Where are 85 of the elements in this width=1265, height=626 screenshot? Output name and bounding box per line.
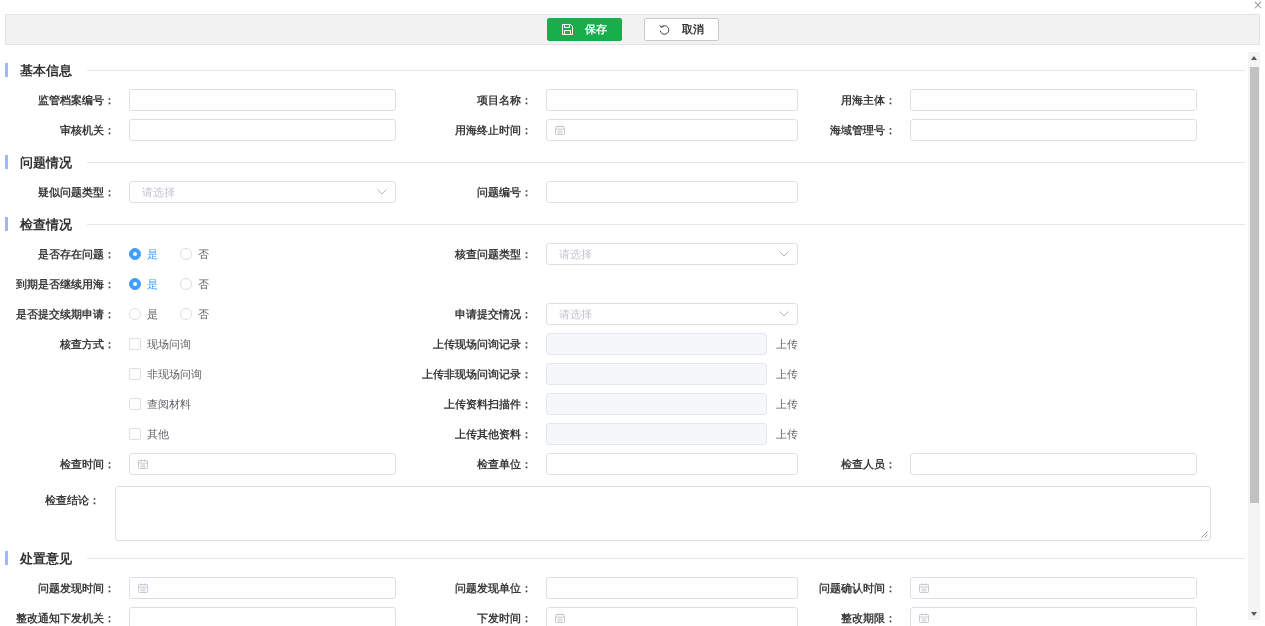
section-bar-icon [5, 551, 8, 565]
field-label: 审核机关： [60, 124, 115, 136]
field-label: 核查方式： [60, 338, 115, 350]
section-bar-icon [5, 155, 8, 169]
text-input[interactable] [546, 181, 798, 203]
scrollbar-thumb[interactable] [1249, 67, 1259, 503]
undo-icon [658, 24, 670, 35]
calendar-icon [138, 583, 148, 593]
textarea-field[interactable] [115, 486, 1211, 541]
radio-button[interactable] [129, 278, 141, 290]
scrollbar[interactable] [1248, 52, 1260, 620]
scroll-down-arrow-icon[interactable] [1251, 612, 1257, 616]
checkbox[interactable] [129, 428, 141, 440]
calendar-icon [555, 125, 565, 135]
date-input[interactable] [910, 607, 1197, 626]
date-input[interactable] [546, 607, 798, 626]
field-label: 项目名称： [477, 94, 532, 106]
field-label: 问题确认时间： [819, 582, 896, 594]
field-label: 检查单位： [477, 458, 532, 470]
field-label: 核查问题类型： [455, 248, 532, 260]
text-input[interactable] [910, 119, 1197, 141]
field-label: 整改通知下发机关： [16, 612, 115, 624]
section-title: 检查情况 [20, 217, 72, 231]
field-label: 下发时间： [477, 612, 532, 624]
text-input[interactable] [910, 89, 1197, 111]
checkbox[interactable] [129, 338, 141, 350]
field-label: 用海主体： [841, 94, 896, 106]
field-label: 问题编号： [477, 186, 532, 198]
field-label: 监管档案编号： [38, 94, 115, 106]
chevron-down-icon [779, 251, 789, 257]
radio-label: 是 [147, 308, 158, 320]
radio-label: 否 [198, 248, 209, 260]
field-label: 是否存在问题： [38, 248, 115, 260]
radio-label: 否 [198, 308, 209, 320]
section-title: 问题情况 [20, 155, 72, 169]
date-input[interactable] [546, 119, 798, 141]
field-label: 疑似问题类型： [38, 186, 115, 198]
field-label: 问题发现时间： [38, 582, 115, 594]
field-label: 上传资料扫描件： [444, 398, 532, 410]
date-input[interactable] [129, 453, 396, 475]
text-input[interactable] [129, 119, 396, 141]
field-label: 整改期限： [841, 612, 896, 624]
field-label: 检查结论： [45, 495, 100, 506]
radio-label: 否 [198, 278, 209, 290]
checkbox[interactable] [129, 368, 141, 380]
calendar-icon [919, 613, 929, 623]
text-input[interactable] [129, 607, 396, 626]
text-input[interactable] [910, 453, 1197, 475]
chevron-down-icon [779, 311, 789, 317]
radio-label: 是 [147, 248, 158, 260]
radio-label: 是 [147, 278, 158, 290]
calendar-icon [138, 459, 148, 469]
calendar-icon [555, 613, 565, 623]
field-label: 问题发现单位： [455, 582, 532, 594]
field-label: 检查时间： [60, 458, 115, 470]
chevron-down-icon [377, 189, 387, 195]
text-input[interactable] [546, 89, 798, 111]
field-label: 上传现场问询记录： [433, 338, 532, 350]
checkbox-label: 现场问询 [147, 338, 191, 350]
calendar-icon [919, 583, 929, 593]
radio-button[interactable] [129, 248, 141, 260]
section-title: 处置意见 [20, 551, 72, 565]
field-label: 到期是否继续用海： [16, 278, 115, 290]
field-label: 上传其他资料： [455, 428, 532, 440]
text-input[interactable] [546, 453, 798, 475]
section-bar-icon [5, 63, 8, 77]
checkbox-label: 查阅材料 [147, 398, 191, 410]
field-label: 上传非现场问询记录： [422, 368, 532, 380]
date-input[interactable] [129, 577, 396, 599]
checkbox[interactable] [129, 398, 141, 410]
field-label: 用海终止时间： [455, 124, 532, 136]
resize-grip-icon [1201, 531, 1208, 538]
section-bar-icon [5, 217, 8, 231]
field-label: 申请提交情况： [455, 308, 532, 320]
field-label: 海域管理号： [830, 124, 896, 136]
date-input[interactable] [910, 577, 1197, 599]
section-title: 基本信息 [20, 63, 72, 77]
scroll-up-arrow-icon[interactable] [1251, 56, 1257, 60]
checkbox-label: 其他 [147, 428, 169, 440]
checkbox-label: 非现场问询 [147, 368, 202, 380]
text-input[interactable] [129, 89, 396, 111]
text-input[interactable] [546, 577, 798, 599]
field-label: 是否提交续期申请： [16, 308, 115, 320]
field-label: 检查人员： [841, 458, 896, 470]
cancel-button[interactable]: 取消 [643, 18, 719, 41]
